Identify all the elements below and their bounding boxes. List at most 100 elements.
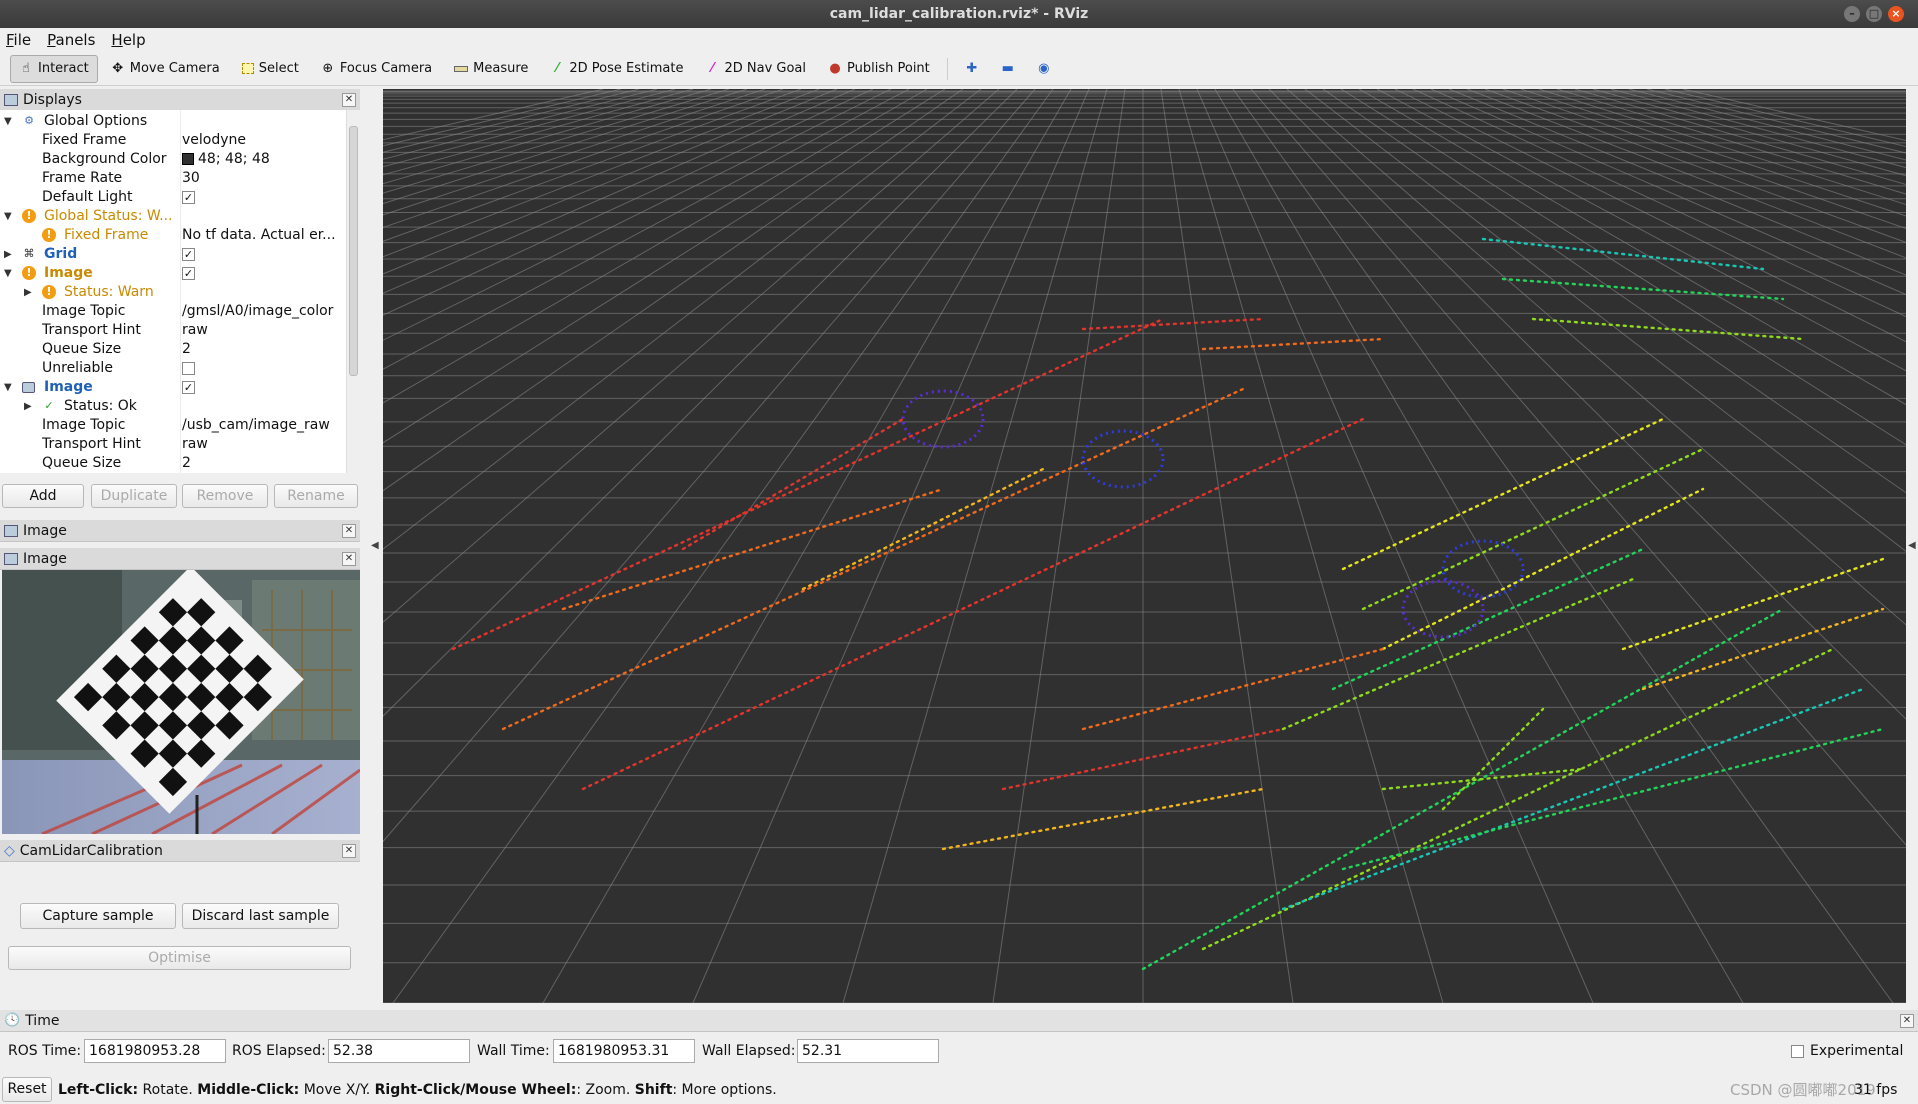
tree-label: Global Options: [44, 113, 148, 129]
ros-elapsed-field[interactable]: 52.38: [328, 1039, 470, 1063]
collapse-arrow-icon[interactable]: ▶: [24, 283, 32, 302]
expand-arrow-icon[interactable]: ▼: [4, 264, 12, 283]
checkmark-icon: ✓: [44, 399, 54, 412]
tree-value: No tf data. Actual er...: [182, 227, 336, 243]
tree-row-background-color[interactable]: Background Color 48; 48; 48: [0, 150, 346, 169]
experimental-label: Experimental: [1810, 1043, 1904, 1059]
expand-arrow-icon[interactable]: ▼: [4, 207, 12, 226]
select-tool[interactable]: Select: [233, 55, 308, 83]
camera-type-icon: ◉: [1038, 60, 1050, 76]
close-icon[interactable]: ✕: [342, 524, 356, 538]
publish-point-icon: ●: [829, 60, 841, 76]
fps-counter: 31 fps: [1854, 1082, 1898, 1098]
image-1-checkbox[interactable]: ✓: [182, 266, 195, 280]
remove-display-button[interactable]: Remove: [182, 484, 268, 508]
menu-panels[interactable]: Panels: [47, 31, 95, 49]
tree-row-frame-rate[interactable]: Frame Rate 30: [0, 169, 346, 188]
ros-time-field[interactable]: 1681980953.28: [84, 1039, 226, 1063]
default-light-checkbox[interactable]: ✓: [182, 190, 195, 204]
window-title: cam_lidar_calibration.rviz* - RViz: [829, 6, 1089, 22]
move-camera-tool[interactable]: ✥ Move Camera: [102, 55, 229, 83]
wall-time-field[interactable]: 1681980953.31: [553, 1039, 695, 1063]
interact-tool[interactable]: ☝ Interact: [10, 54, 98, 83]
expand-arrow-icon[interactable]: ▼: [4, 112, 12, 131]
tree-row-global-options[interactable]: ▼ ⚙ Global Options: [0, 112, 346, 131]
expand-arrow-icon[interactable]: ▼: [4, 378, 12, 397]
tree-value[interactable]: /usb_cam/image_raw: [182, 416, 346, 435]
close-icon[interactable]: ✕: [1900, 1014, 1914, 1028]
tree-row-transport-hint-1[interactable]: Transport Hint raw: [0, 321, 346, 340]
tree-row-unreliable[interactable]: Unreliable: [0, 359, 346, 378]
close-icon[interactable]: ✕: [342, 552, 356, 566]
select-label: Select: [258, 61, 299, 76]
remove-tool-button[interactable]: ▬: [992, 55, 1024, 83]
tree-row-queue-size-2[interactable]: Queue Size 2: [0, 454, 346, 473]
image-2-checkbox[interactable]: ✓: [182, 380, 195, 394]
experimental-checkbox[interactable]: [1791, 1045, 1804, 1058]
close-icon[interactable]: ✕: [342, 844, 356, 858]
tree-row-fixed-frame-status[interactable]: ! Fixed Frame No tf data. Actual er...: [0, 226, 346, 245]
capture-sample-button[interactable]: Capture sample: [20, 903, 176, 929]
reset-button[interactable]: Reset: [2, 1077, 52, 1102]
right-click-desc: : Zoom.: [576, 1082, 635, 1098]
scrollbar-thumb[interactable]: [349, 126, 358, 376]
tree-row-default-light[interactable]: Default Light ✓: [0, 188, 346, 207]
3d-render-viewport[interactable]: [383, 89, 1906, 1003]
add-tool-button[interactable]: ✚: [956, 55, 988, 83]
nav-goal-tool[interactable]: ⁄ 2D Nav Goal: [696, 55, 815, 83]
displays-scrollbar[interactable]: [346, 110, 360, 473]
tree-row-image-topic-2[interactable]: Image Topic /usb_cam/image_raw: [0, 416, 346, 435]
rename-display-button[interactable]: Rename: [274, 484, 358, 508]
focus-camera-label: Focus Camera: [339, 61, 433, 76]
collapse-arrow-icon[interactable]: ▶: [4, 245, 12, 264]
tree-value[interactable]: 30: [182, 169, 346, 188]
unreliable-checkbox[interactable]: [182, 361, 195, 375]
close-icon[interactable]: ×: [1888, 6, 1904, 22]
focus-camera-tool[interactable]: ⊕ Focus Camera: [312, 55, 441, 83]
minimize-icon[interactable]: –: [1844, 6, 1860, 22]
tree-row-status-warn[interactable]: ▶ ! Status: Warn: [0, 283, 346, 302]
add-display-button[interactable]: Add: [2, 484, 84, 508]
menu-bar: File Panels Help: [0, 28, 1918, 52]
tree-value[interactable]: /gmsl/A0/image_color: [182, 302, 346, 321]
optimise-button[interactable]: Optimise: [8, 946, 351, 970]
calibration-title: CamLidarCalibration: [19, 842, 163, 859]
tree-row-queue-size-1[interactable]: Queue Size 2: [0, 340, 346, 359]
measure-tool[interactable]: Measure: [445, 55, 537, 83]
tree-row-image-topic-1[interactable]: Image Topic /gmsl/A0/image_color: [0, 302, 346, 321]
tree-row-image-2[interactable]: ▼ Image ✓: [0, 378, 346, 397]
discard-last-sample-button[interactable]: Discard last sample: [182, 903, 339, 929]
tree-label: Image Topic: [42, 303, 126, 319]
tree-row-transport-hint-2[interactable]: Transport Hint raw: [0, 435, 346, 454]
interact-label: Interact: [38, 61, 89, 76]
menu-file[interactable]: File: [6, 31, 31, 49]
menu-help[interactable]: Help: [111, 31, 145, 49]
tree-value[interactable]: velodyne: [182, 131, 346, 150]
tree-row-fixed-frame[interactable]: Fixed Frame velodyne: [0, 131, 346, 150]
tree-row-status-ok[interactable]: ▶ ✓ Status: Ok: [0, 397, 346, 416]
tree-value[interactable]: 2: [182, 340, 346, 359]
tree-row-global-status[interactable]: ▼ ! Global Status: W...: [0, 207, 346, 226]
close-icon[interactable]: ✕: [342, 93, 356, 107]
grid-checkbox[interactable]: ✓: [182, 247, 195, 261]
tree-value[interactable]: 2: [182, 454, 346, 473]
collapse-arrow-icon[interactable]: ▶: [24, 397, 32, 416]
tree-label: Queue Size: [42, 341, 122, 357]
publish-point-tool[interactable]: ● Publish Point: [819, 55, 939, 83]
camera-image-view[interactable]: [2, 570, 360, 834]
camera-type-button[interactable]: ◉: [1028, 55, 1060, 83]
duplicate-display-button[interactable]: Duplicate: [91, 484, 177, 508]
tree-value[interactable]: raw: [182, 435, 346, 454]
tree-value[interactable]: 48; 48; 48: [182, 150, 346, 169]
wall-elapsed-field[interactable]: 52.31: [797, 1039, 939, 1063]
tree-label: Image: [44, 265, 93, 281]
color-swatch: [182, 153, 194, 165]
tree-value[interactable]: raw: [182, 321, 346, 340]
maximize-icon[interactable]: □: [1866, 6, 1882, 22]
tree-row-grid[interactable]: ▶ ⌘ Grid ✓: [0, 245, 346, 264]
pose-estimate-tool[interactable]: ⁄ 2D Pose Estimate: [541, 55, 692, 83]
tree-row-image-1[interactable]: ▼ ! Image ✓: [0, 264, 346, 283]
left-splitter-handle[interactable]: ◀: [371, 540, 379, 551]
right-splitter-handle[interactable]: ◀: [1908, 540, 1916, 551]
wall-elapsed-label: Wall Elapsed:: [702, 1043, 796, 1059]
